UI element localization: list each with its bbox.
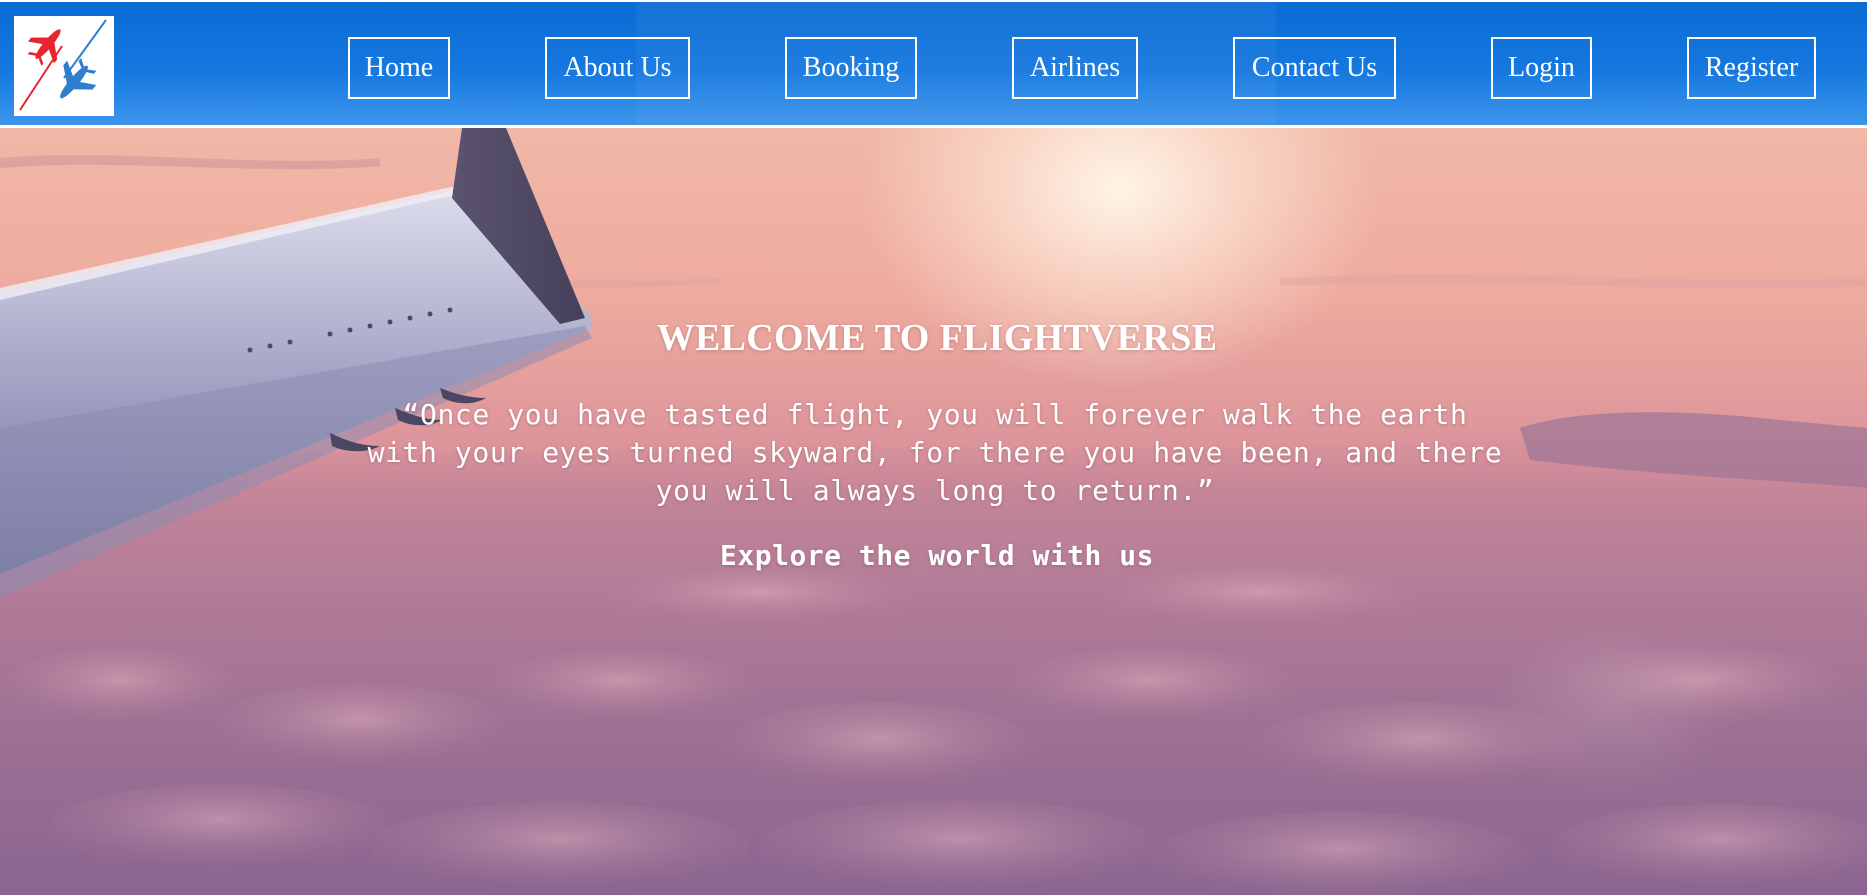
nav-airlines-button[interactable]: Airlines [1012, 37, 1138, 99]
nav-contact-us-button[interactable]: Contact Us [1233, 37, 1396, 99]
hero-section: WELCOME TO FLIGHTVERSE “Once you have ta… [0, 128, 1867, 895]
hero-quote: “Once you have tasted flight, you will f… [367, 398, 1503, 507]
hero-tagline: Explore the world with us [720, 539, 1154, 572]
nav-register-button[interactable]: Register [1687, 37, 1816, 99]
nav-login-button[interactable]: Login [1491, 37, 1592, 99]
airplane-wing-above-clouds-image [0, 128, 1867, 895]
top-navigation-bar: Home About Us Booking Airlines Contact U… [0, 0, 1867, 128]
nav-about-us-button[interactable]: About Us [545, 37, 690, 99]
nav-booking-button[interactable]: Booking [785, 37, 917, 99]
page: Home About Us Booking Airlines Contact U… [0, 0, 1867, 895]
hero-title: WELCOME TO FLIGHTVERSE [656, 317, 1218, 359]
header-sheen [636, 2, 1276, 125]
nav-home-button[interactable]: Home [348, 37, 450, 99]
crossed-airplanes-logo-icon [19, 19, 107, 111]
site-logo[interactable] [14, 16, 114, 116]
